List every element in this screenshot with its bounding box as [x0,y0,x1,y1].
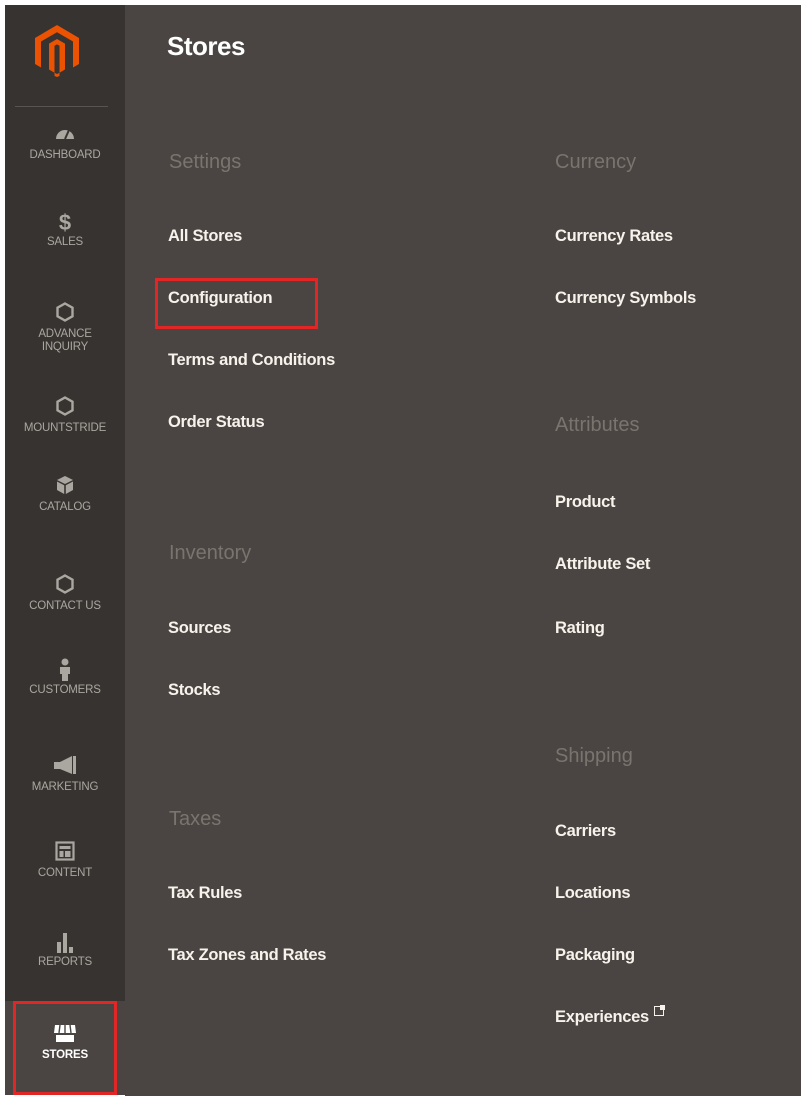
menu-link-currency-symbols[interactable]: Currency Symbols [555,289,696,308]
menu-link-rating[interactable]: Rating [555,619,605,638]
box-icon [5,475,125,501]
logo-divider [15,106,108,107]
menu-link-tax-rules[interactable]: Tax Rules [168,884,242,903]
dashboard-icon [5,123,125,149]
nav-item-advance-inquiry[interactable]: ADVANCE INQUIRY [5,302,125,354]
storefront-icon [5,1023,125,1049]
menu-link-sources[interactable]: Sources [168,619,231,638]
hexagon-icon [5,302,125,328]
section-title-settings: Settings [169,151,242,173]
menu-link-order-status[interactable]: Order Status [168,413,265,432]
menu-link-currency-rates[interactable]: Currency Rates [555,227,673,246]
nav-item-stores[interactable]: STORES [5,1001,125,1095]
menu-link-product[interactable]: Product [555,493,616,512]
external-link-icon [653,1005,665,1016]
menu-link-terms-and-conditions[interactable]: Terms and Conditions [168,351,335,370]
dollar-icon: $ [58,210,72,235]
menu-link-locations[interactable]: Locations [555,884,631,903]
nav-item-content[interactable]: CONTENT [5,841,125,880]
section-title-shipping: Shipping [555,745,633,767]
section-title-attributes: Attributes [555,414,640,436]
layout-icon [5,841,125,867]
stores-menu-panel: Stores Settings All Stores Configuration… [125,5,801,1096]
section-title-currency: Currency [555,151,637,173]
menu-link-all-stores[interactable]: All Stores [168,227,242,246]
admin-sidebar: DASHBOARD $ SALES ADVANCE INQUIRY MOUNTS… [5,5,125,1095]
section-title-inventory: Inventory [169,542,252,564]
section-title-taxes: Taxes [169,808,222,830]
nav-item-mountstride[interactable]: MOUNTSTRIDE [5,396,125,435]
menu-link-experiences-label: Experiences [555,1008,649,1026]
menu-link-tax-zones-and-rates[interactable]: Tax Zones and Rates [168,946,326,965]
nav-item-dashboard[interactable]: DASHBOARD [5,123,125,162]
nav-item-catalog[interactable]: CATALOG [5,475,125,514]
magento-logo-icon[interactable] [35,25,79,77]
menu-link-packaging[interactable]: Packaging [555,946,635,965]
menu-link-stocks[interactable]: Stocks [168,681,221,700]
hexagon-icon [5,396,125,422]
panel-title: Stores [167,31,245,61]
nav-item-customers[interactable]: CUSTOMERS [5,658,125,697]
nav-item-sales[interactable]: $ SALES [5,210,125,249]
menu-link-carriers[interactable]: Carriers [555,822,616,841]
megaphone-icon [5,755,125,781]
menu-link-configuration[interactable]: Configuration [168,289,273,308]
hexagon-icon [5,574,125,600]
bar-chart-icon [5,930,125,956]
nav-item-reports[interactable]: REPORTS [5,930,125,969]
person-icon [5,658,125,684]
menu-link-attribute-set[interactable]: Attribute Set [555,555,650,574]
nav-item-contact-us[interactable]: CONTACT US [5,574,125,613]
nav-item-marketing[interactable]: MARKETING [5,755,125,794]
menu-link-experiences[interactable]: Experiences [555,1005,665,1027]
